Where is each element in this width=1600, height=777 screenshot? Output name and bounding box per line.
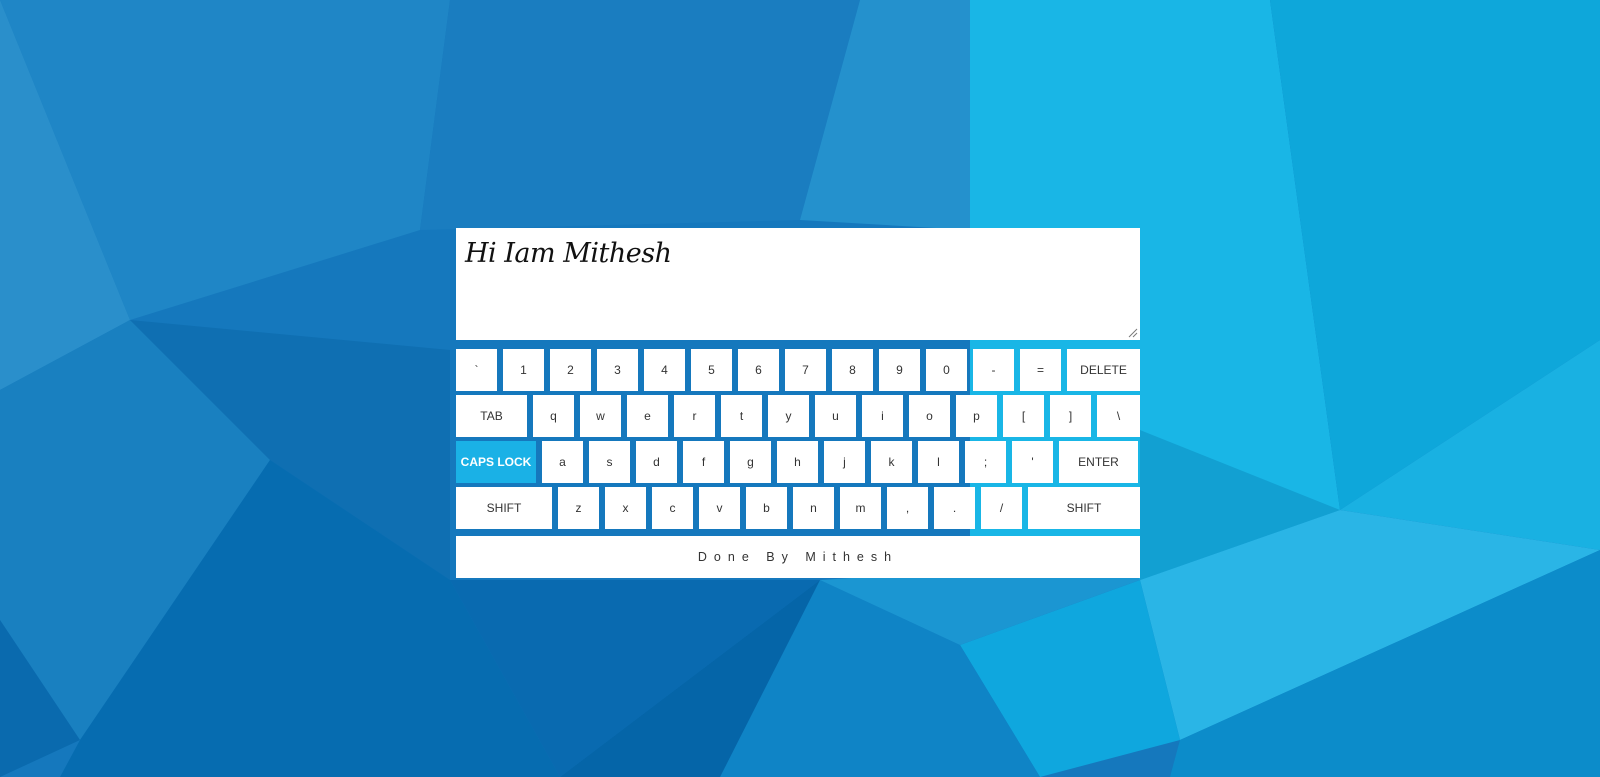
keyboard-row-qwerty: TAB q w e r t y u i o p[] \ — [456, 395, 1140, 437]
key-6[interactable]: 6 — [738, 349, 779, 391]
text-area[interactable]: Hi Iam Mithesh — [456, 228, 1140, 340]
key-3[interactable]: 3 — [597, 349, 638, 391]
key-1[interactable]: 1 — [503, 349, 544, 391]
key-backslash[interactable]: \ — [1097, 395, 1140, 437]
resize-grip-icon[interactable] — [1128, 328, 1138, 338]
key-q[interactable]: q — [533, 395, 574, 437]
key-backtick[interactable]: ` — [456, 349, 497, 391]
key-n[interactable]: n — [793, 487, 834, 529]
key-h[interactable]: h — [777, 441, 818, 483]
virtual-keyboard-app: Hi Iam Mithesh ` 1 2 3 4 5 6 7 8 9 0- = DELETE TAB q w… — [456, 228, 1140, 578]
key-p[interactable]: p — [956, 395, 997, 437]
key-o[interactable]: o — [909, 395, 950, 437]
keyboard-row-home: CAPS LOCK a s d f g h j k l; ' ENTER — [456, 441, 1140, 483]
key-z[interactable]: z — [558, 487, 599, 529]
key-b[interactable]: b — [746, 487, 787, 529]
key-enter[interactable]: ENTER — [1059, 441, 1138, 483]
key-period[interactable]: . — [934, 487, 975, 529]
keyboard-row-bottom: SHIFT z x c v b n m,. / SHIFT — [456, 487, 1140, 529]
key-a[interactable]: a — [542, 441, 583, 483]
key-semicolon[interactable]: ; — [965, 441, 1006, 483]
key-s[interactable]: s — [589, 441, 630, 483]
key-g[interactable]: g — [730, 441, 771, 483]
key-j[interactable]: j — [824, 441, 865, 483]
key-shift-right[interactable]: SHIFT — [1028, 487, 1140, 529]
text-area-content: Hi Iam Mithesh — [465, 238, 672, 269]
key-l[interactable]: l — [918, 441, 959, 483]
key-right-bracket[interactable]: ] — [1050, 395, 1091, 437]
key-e[interactable]: e — [627, 395, 668, 437]
key-x[interactable]: x — [605, 487, 646, 529]
key-v[interactable]: v — [699, 487, 740, 529]
key-u[interactable]: u — [815, 395, 856, 437]
key-slash[interactable]: / — [981, 487, 1022, 529]
key-7[interactable]: 7 — [785, 349, 826, 391]
key-shift-left[interactable]: SHIFT — [456, 487, 552, 529]
key-r[interactable]: r — [674, 395, 715, 437]
key-tab[interactable]: TAB — [456, 395, 527, 437]
keyboard-row-numbers: ` 1 2 3 4 5 6 7 8 9 0- = DELETE — [456, 349, 1140, 391]
key-quote[interactable]: ' — [1012, 441, 1053, 483]
key-0[interactable]: 0 — [926, 349, 967, 391]
key-d[interactable]: d — [636, 441, 677, 483]
key-equals[interactable]: = — [1020, 349, 1061, 391]
key-delete[interactable]: DELETE — [1067, 349, 1140, 391]
key-left-bracket[interactable]: [ — [1003, 395, 1044, 437]
key-4[interactable]: 4 — [644, 349, 685, 391]
key-w[interactable]: w — [580, 395, 621, 437]
key-t[interactable]: t — [721, 395, 762, 437]
key-k[interactable]: k — [871, 441, 912, 483]
key-9[interactable]: 9 — [879, 349, 920, 391]
key-i[interactable]: i — [862, 395, 903, 437]
key-f[interactable]: f — [683, 441, 724, 483]
key-comma[interactable]: , — [887, 487, 928, 529]
key-c[interactable]: c — [652, 487, 693, 529]
key-2[interactable]: 2 — [550, 349, 591, 391]
key-5[interactable]: 5 — [691, 349, 732, 391]
key-minus[interactable]: - — [973, 349, 1014, 391]
footer-credit-text: Done By Mithesh — [697, 550, 899, 564]
footer-credit: Done By Mithesh — [456, 536, 1140, 578]
key-m[interactable]: m — [840, 487, 881, 529]
key-caps-lock[interactable]: CAPS LOCK — [456, 441, 536, 483]
key-y[interactable]: y — [768, 395, 809, 437]
key-8[interactable]: 8 — [832, 349, 873, 391]
